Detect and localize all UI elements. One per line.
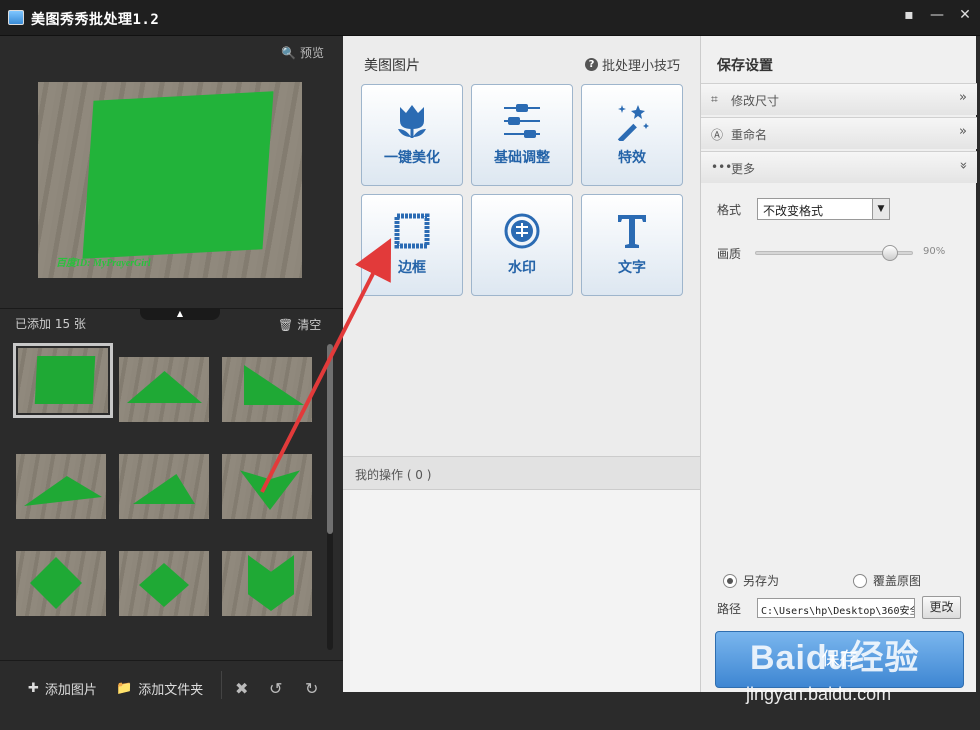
thumbnail[interactable]: [222, 454, 312, 519]
preview-icon: 🔍: [281, 45, 296, 60]
window-title: 美图秀秀批处理1.2: [31, 12, 160, 28]
baidu-url: jingyan.baidu.com: [746, 684, 892, 704]
save-settings-title: 保存设置: [717, 58, 773, 74]
image-list-panel: 🔍 预览 百度ID: MyPrayerGirl ▲ 已添加 15 张 🗑 清空: [0, 36, 343, 730]
preview-image: 百度ID: MyPrayerGirl: [38, 82, 302, 278]
title-bar: 美图秀秀批处理1.2 ▪ — ✕: [0, 0, 980, 36]
path-input[interactable]: C:\Users\hp\Desktop\360安全: [757, 598, 915, 618]
section-more[interactable]: ••• 更多 »: [701, 151, 977, 183]
format-label: 格式: [717, 203, 742, 217]
minimize-button[interactable]: —: [926, 6, 948, 24]
expand-chevron-icon: »: [959, 124, 967, 139]
thumbnail[interactable]: [119, 454, 209, 519]
thumbnail-scrollbar[interactable]: [327, 344, 333, 650]
rotate-left-icon[interactable]: ↺: [269, 679, 282, 698]
tool-effects[interactable]: 特效: [581, 84, 683, 186]
save-as-radio[interactable]: 另存为: [723, 572, 779, 589]
added-count: 已添加 15 张: [15, 317, 86, 331]
quality-slider-handle[interactable]: [882, 245, 898, 261]
thumbnail[interactable]: [119, 357, 209, 422]
add-image-button[interactable]: ✚ 添加图片: [28, 679, 97, 698]
image-watermark: 百度ID: MyPrayerGirl: [56, 258, 151, 269]
overwrite-radio[interactable]: 覆盖原图: [853, 572, 921, 589]
quality-label: 画质: [717, 247, 742, 261]
list-toolbar: ✚ 添加图片 📁 添加文件夹 ✖ ↺ ↻: [0, 660, 343, 730]
collapse-toggle[interactable]: ▲: [140, 308, 220, 320]
scrollbar-thumb[interactable]: [327, 344, 333, 534]
thumbnail[interactable]: [222, 357, 312, 422]
text-icon: [582, 211, 682, 251]
change-path-button[interactable]: 更改: [922, 596, 961, 619]
toolbar-divider: [221, 671, 222, 699]
operations-list: [343, 490, 700, 692]
plus-icon: ✚: [28, 681, 39, 696]
preview-button[interactable]: 🔍 预览: [281, 44, 324, 61]
thumbnail[interactable]: [16, 551, 106, 616]
section-rename[interactable]: Ⓐ 重命名 »: [701, 117, 977, 149]
magic-wand-icon: [582, 101, 682, 141]
rename-icon: Ⓐ: [711, 128, 724, 142]
thumbnail[interactable]: [16, 454, 106, 519]
thumbnail[interactable]: [119, 551, 209, 616]
thumbnail-grid: [13, 343, 314, 654]
tool-auto-beautify[interactable]: 一键美化: [361, 84, 463, 186]
clear-button[interactable]: 🗑 清空: [278, 316, 321, 333]
more-icon: •••: [711, 160, 733, 174]
radio-unselected-icon: [853, 573, 867, 588]
tips-link[interactable]: ? 批处理小技巧: [585, 55, 680, 74]
radio-selected-icon: [723, 573, 737, 588]
watermark-icon: [472, 211, 572, 251]
tool-frame[interactable]: 边框: [361, 194, 463, 296]
rotate-right-icon[interactable]: ↻: [305, 679, 318, 698]
add-folder-button[interactable]: 📁 添加文件夹: [116, 679, 203, 698]
crop-icon: ⌗: [711, 92, 718, 106]
panel-title: 美图图片: [364, 58, 420, 74]
thumbnail[interactable]: [13, 343, 113, 418]
app-icon: [8, 10, 24, 25]
feedback-icon[interactable]: ▪: [898, 6, 920, 24]
expand-chevron-icon: »: [959, 90, 967, 105]
tulip-icon: [362, 101, 462, 141]
frame-icon: [362, 211, 462, 251]
collapse-chevron-icon: »: [955, 161, 971, 170]
save-settings-panel: 保存设置 ⌗ 修改尺寸 » Ⓐ 重命名 » ••• 更多 » 格式 不改变格式 …: [700, 36, 977, 692]
tool-watermark[interactable]: 水印: [471, 194, 573, 296]
help-icon: ?: [585, 58, 598, 71]
section-resize[interactable]: ⌗ 修改尺寸 »: [701, 83, 977, 115]
path-label: 路径: [717, 602, 742, 616]
tool-text[interactable]: 文字: [581, 194, 683, 296]
operations-header: 我的操作 ( 0 ): [343, 456, 700, 490]
edit-panel: 美图图片 ? 批处理小技巧 一键美化 基础调整 特效 边框 水印 文字 我的操作…: [343, 36, 700, 692]
thumbnail[interactable]: [222, 551, 312, 616]
baidu-logo: Baidu经验: [750, 639, 920, 677]
folder-icon: 📁: [116, 681, 133, 696]
sliders-icon: [472, 101, 572, 141]
dropdown-arrow-icon[interactable]: ▼: [872, 199, 889, 219]
close-button[interactable]: ✕: [954, 6, 976, 24]
delete-icon[interactable]: ✖: [235, 679, 248, 698]
format-select[interactable]: 不改变格式 ▼: [757, 198, 890, 220]
quality-slider[interactable]: [755, 245, 913, 261]
trash-icon: 🗑: [278, 317, 294, 332]
quality-value: 90%: [923, 246, 946, 257]
green-paper: [82, 91, 274, 259]
tool-basic-adjust[interactable]: 基础调整: [471, 84, 573, 186]
